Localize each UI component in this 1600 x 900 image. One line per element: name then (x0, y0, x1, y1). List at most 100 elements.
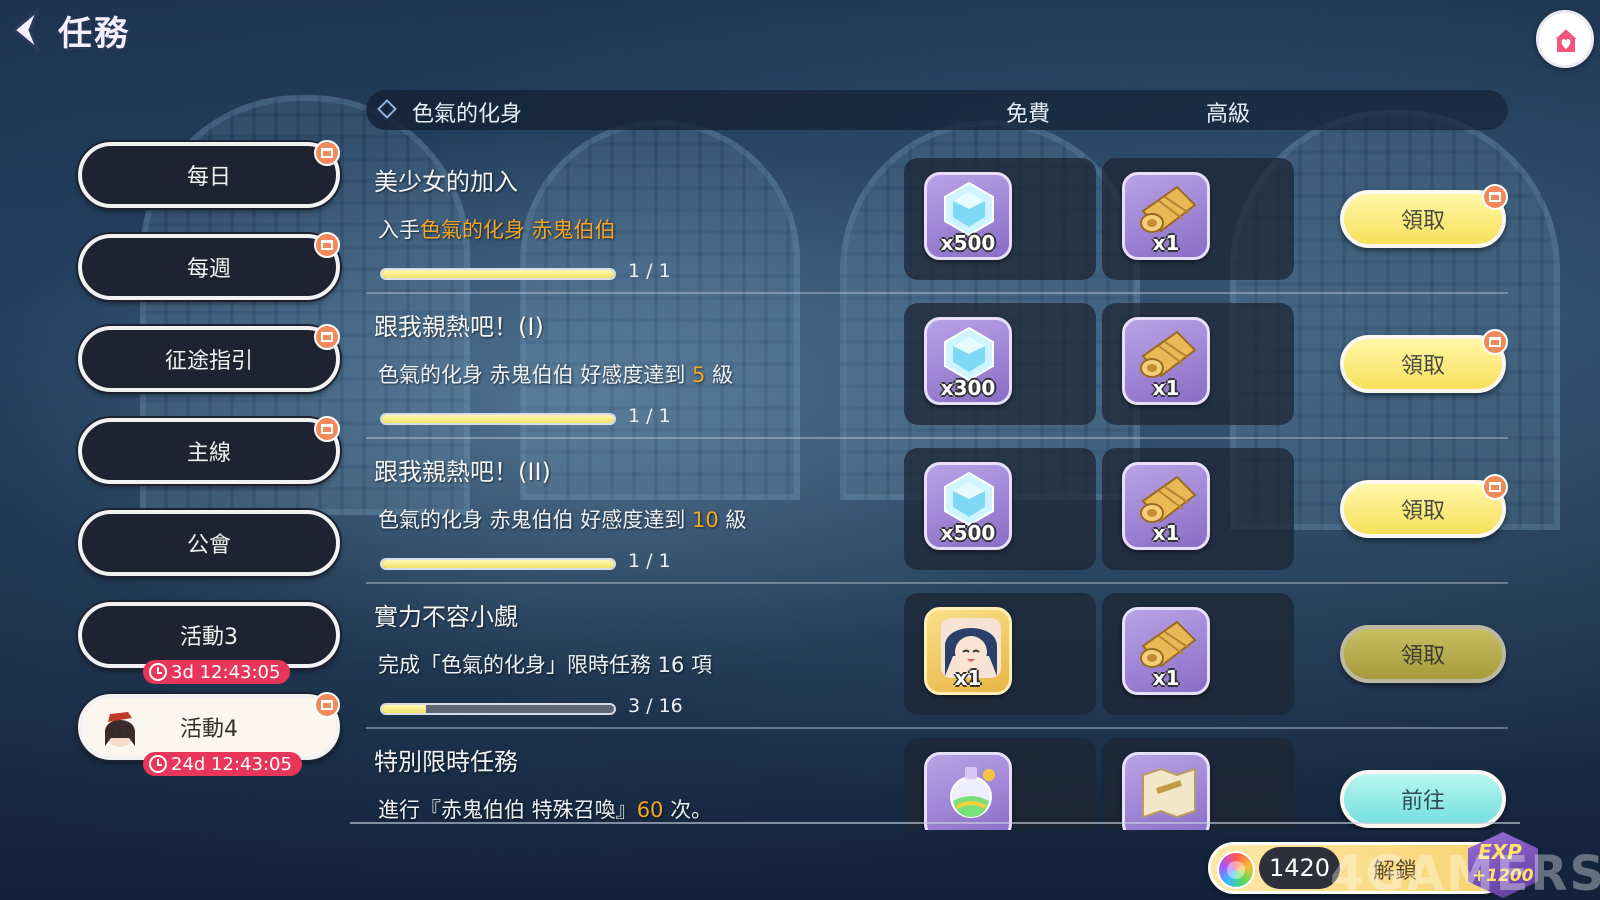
crystal-icon[interactable]: x300 (924, 317, 1012, 405)
gift-notification-icon (1482, 474, 1508, 500)
premium-reward-slot (1102, 738, 1294, 830)
task-title: 跟我親熱吧！(I) (374, 313, 544, 341)
free-reward-slot: x300 (904, 303, 1096, 425)
gift-notification-icon (314, 140, 340, 166)
task-progress-fill (382, 415, 614, 423)
coin-icon (1217, 851, 1255, 889)
task-description-highlight: 60 (636, 798, 664, 822)
event-timer-text: 3d 12:43:05 (171, 661, 281, 683)
gift-notification-icon (314, 324, 340, 350)
character-portrait-icon[interactable]: x1 (924, 607, 1012, 695)
map-icon[interactable] (1122, 752, 1210, 830)
task-progress-text: 1 / 1 (628, 405, 671, 427)
claim-button[interactable]: 領取 (1340, 329, 1508, 393)
premium-reward-slot: x1 (1102, 158, 1294, 280)
task-description: 色氣的化身 赤鬼伯伯 好感度達到 5 級 (378, 359, 733, 389)
task-description-suffix: 級 (705, 363, 734, 387)
go-button[interactable]: 前往 (1340, 770, 1506, 828)
sidebar-item-main-story[interactable]: 主線 (78, 416, 340, 484)
sidebar-item-journey-guide[interactable]: 征途指引 (78, 324, 340, 392)
task-row: 特別限時任務 進行『赤鬼伯伯 特殊召喚』60 次。 前往 (366, 730, 1508, 830)
gift-notification-icon (314, 692, 340, 718)
task-progress-text: 1 / 1 (628, 550, 671, 572)
premium-reward-slot: x1 (1102, 303, 1294, 425)
task-progress-bar (380, 703, 616, 715)
button-label: 領取 (1400, 354, 1445, 379)
scroll-icon[interactable]: x1 (1122, 607, 1210, 695)
task-description-text: 入手 (378, 218, 420, 242)
coin-value: 1420 (1259, 847, 1341, 889)
back-arrow-icon (12, 8, 40, 52)
free-reward-slot: x1 (904, 593, 1096, 715)
sidebar-item-label: 主線 (186, 441, 231, 466)
crystal-icon[interactable]: x500 (924, 172, 1012, 260)
free-reward-slot: x500 (904, 448, 1096, 570)
page-title: 任務 (58, 14, 130, 54)
button-label: 領取 (1400, 644, 1445, 669)
column-free-label: 免費 (1006, 102, 1051, 127)
task-title: 實力不容小覷 (374, 603, 518, 631)
task-description-highlight: 5 (692, 363, 706, 387)
premium-reward-slot: x1 (1102, 448, 1294, 570)
scroll-icon[interactable]: x1 (1122, 462, 1210, 550)
sidebar-item-event3[interactable]: 活動3 (78, 602, 340, 668)
scroll-icon[interactable]: x1 (1122, 317, 1210, 405)
top-bar: 任務 (0, 0, 1600, 68)
list-header: 色氣的化身 免費 高級 (366, 90, 1508, 130)
button-label: 領取 (1400, 499, 1445, 524)
task-row: 實力不容小覷完成「色氣的化身」限時任務 16 項 3 / 16 x1 x1 領取 (366, 585, 1508, 729)
crystal-icon[interactable]: x500 (924, 462, 1012, 550)
reward-quantity: x1 (1152, 231, 1180, 255)
task-description: 入手色氣的化身 赤鬼伯伯 (378, 214, 616, 244)
task-description: 色氣的化身 赤鬼伯伯 好感度達到 10 級 (378, 504, 746, 534)
task-title: 跟我親熱吧！(II) (374, 458, 551, 486)
task-description-highlight: 10 (692, 508, 719, 532)
sidebar-item-daily[interactable]: 每日 (78, 140, 340, 208)
sidebar-item-event4[interactable]: 活動4 (78, 692, 340, 760)
task-row: 跟我親熱吧！(I) 色氣的化身 赤鬼伯伯 好感度達到 5 級 1 / 1 x300 x1… (366, 295, 1508, 439)
sidebar-item-label: 公會 (186, 533, 231, 558)
task-row: 美少女的加入 入手色氣的化身 赤鬼伯伯 1 / 1 x500 x1 領取 (366, 150, 1508, 294)
task-list[interactable]: 美少女的加入 入手色氣的化身 赤鬼伯伯 1 / 1 x500 x1 領取 跟我親熱吧！(I)… (360, 150, 1520, 830)
scroll-icon[interactable]: x1 (1122, 172, 1210, 260)
gift-notification-icon (1482, 184, 1508, 210)
sidebar-item-weekly[interactable]: 每週 (78, 232, 340, 300)
reward-quantity: x1 (954, 666, 982, 690)
task-description-text: 色氣的化身 赤鬼伯伯 好感度達到 (378, 508, 693, 532)
task-progress-text: 3 / 16 (628, 695, 683, 717)
sidebar-item-guild[interactable]: 公會 (78, 510, 340, 576)
sidebar-item-label: 征途指引 (164, 349, 253, 374)
task-description-suffix: 次。 (663, 798, 713, 822)
reward-quantity: x1 (1152, 376, 1180, 400)
button-label: 領取 (1400, 209, 1445, 234)
list-header-title: 色氣的化身 (412, 102, 523, 127)
task-description-text: 色氣的化身 赤鬼伯伯 好感度達到 (378, 363, 693, 387)
task-description-text: 完成「色氣的化身」限時任務 16 項 (378, 653, 713, 677)
back-button[interactable] (8, 6, 48, 52)
watermark: 4GAMERS (1330, 846, 1600, 900)
task-progress-text: 1 / 1 (628, 260, 671, 282)
home-button[interactable] (1536, 10, 1594, 68)
task-progress-fill (382, 705, 426, 713)
claim-button[interactable]: 領取 (1340, 625, 1506, 683)
potion-icon[interactable] (924, 752, 1012, 830)
sidebar-item-label: 每日 (186, 165, 231, 190)
task-progress-bar (380, 413, 616, 425)
list-bottom-divider (350, 822, 1520, 824)
task-progress-fill (382, 560, 614, 568)
task-description: 完成「色氣的化身」限時任務 16 項 (378, 649, 712, 679)
task-progress-bar (380, 268, 616, 280)
event-timer: 24d 12:43:05 (143, 752, 302, 776)
claim-button[interactable]: 領取 (1340, 184, 1508, 248)
event-timer-text: 24d 12:43:05 (171, 753, 292, 775)
task-description-text: 進行『赤鬼伯伯 特殊召喚』 (378, 798, 637, 822)
column-premium-label: 高級 (1206, 102, 1251, 127)
claim-button[interactable]: 領取 (1340, 474, 1508, 538)
event-timer: 3d 12:43:05 (143, 660, 291, 684)
task-progress-fill (382, 270, 614, 278)
button-label: 前往 (1400, 789, 1445, 814)
sidebar-item-label: 每週 (186, 257, 231, 282)
task-description-highlight: 色氣的化身 赤鬼伯伯 (420, 218, 616, 242)
gift-notification-icon (314, 416, 340, 442)
event-avatar-icon (98, 708, 142, 752)
